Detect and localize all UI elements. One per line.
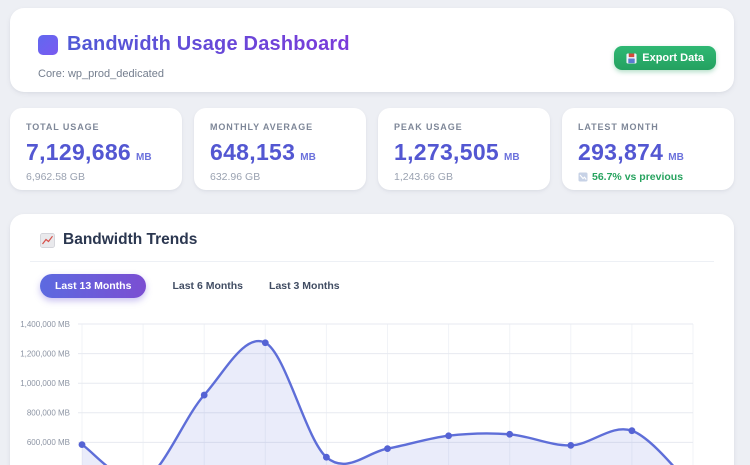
chart-decreasing-icon <box>578 172 588 182</box>
stat-value: 1,273,505 <box>394 139 500 165</box>
stat-card-peak-usage: PEAK USAGE 1,273,505 MB 1,243.66 GB <box>378 108 550 190</box>
data-point[interactable] <box>628 427 636 435</box>
stat-card-monthly-average: MONTHLY AVERAGE 648,153 MB 632.96 GB <box>194 108 366 190</box>
stat-unit: MB <box>668 152 684 163</box>
stat-label: MONTHLY AVERAGE <box>210 122 314 132</box>
data-point[interactable] <box>445 432 452 440</box>
core-subtitle: Core: wp_prod_dedicated <box>38 68 164 80</box>
stat-label: PEAK USAGE <box>394 122 463 132</box>
chart-canvas[interactable]: 1,400,000 MB 1,200,000 MB 1,000,000 MB 800,… <box>10 310 734 465</box>
tab-last-3-months[interactable]: Last 3 Months <box>269 274 340 298</box>
stat-unit: MB <box>300 152 316 163</box>
stat-unit: MB <box>136 152 152 163</box>
tab-last-13-months[interactable]: Last 13 Months <box>40 274 147 298</box>
data-point[interactable] <box>384 445 391 453</box>
stat-unit: MB <box>504 152 520 163</box>
dashboard-logo-icon <box>38 34 58 55</box>
stat-subtext: 6,962.58 GB <box>26 171 85 183</box>
stat-subtext: 1,243.66 GB <box>394 171 453 183</box>
data-point[interactable] <box>78 441 86 449</box>
y-axis-tick-label: 1,400,000 MB <box>20 320 70 329</box>
stat-value: 7,129,686 <box>26 139 132 165</box>
stat-delta-text: 56.7% vs previous <box>592 171 684 183</box>
data-point[interactable] <box>506 430 514 438</box>
range-tabs: Last 13 Months Last 6 Months Last 3 Mont… <box>40 274 340 298</box>
data-point[interactable] <box>200 391 208 399</box>
y-axis-tick-label: 1,000,000 MB <box>20 379 70 388</box>
y-axis-tick-label: 600,000 MB <box>27 438 70 447</box>
stat-card-total-usage: TOTAL USAGE 7,129,686 MB 6,962.58 GB <box>10 108 182 190</box>
stat-label: TOTAL USAGE <box>26 122 100 132</box>
chart-increasing-icon <box>40 232 55 248</box>
data-point[interactable] <box>261 339 269 347</box>
page-title: Bandwidth Usage Dashboard <box>67 33 350 55</box>
y-axis-tick-label: 1,200,000 MB <box>20 349 70 358</box>
title-row: Bandwidth Usage Dashboard <box>38 33 350 56</box>
stat-card-latest-month: LATEST MONTH 293,874 MB 56.7% vs previou… <box>562 108 734 190</box>
export-data-button[interactable]: Export Data <box>614 46 716 70</box>
bandwidth-trends-card: Bandwidth Trends Last 13 Months Last 6 M… <box>10 214 734 465</box>
stat-label: LATEST MONTH <box>578 122 659 132</box>
stats-row: TOTAL USAGE 7,129,686 MB 6,962.58 GB MON… <box>10 108 734 190</box>
bandwidth-trends-chart[interactable]: 1,400,000 MB 1,200,000 MB 1,000,000 MB 800,… <box>10 310 734 465</box>
stat-subtext: 632.96 GB <box>210 171 261 183</box>
data-point[interactable] <box>567 441 575 449</box>
save-disk-icon <box>626 52 637 64</box>
header-card: Bandwidth Usage Dashboard Core: wp_prod_… <box>10 8 734 92</box>
export-data-label: Export Data <box>642 52 704 64</box>
trends-section-title: Bandwidth Trends <box>63 231 198 248</box>
divider <box>30 261 714 262</box>
stat-value: 293,874 <box>578 139 664 165</box>
stat-delta: 56.7% vs previous <box>578 171 718 183</box>
stat-value: 648,153 <box>210 139 296 165</box>
data-point[interactable] <box>323 453 330 461</box>
y-axis-tick-label: 800,000 MB <box>27 409 70 418</box>
tab-last-6-months[interactable]: Last 6 Months <box>172 274 243 298</box>
